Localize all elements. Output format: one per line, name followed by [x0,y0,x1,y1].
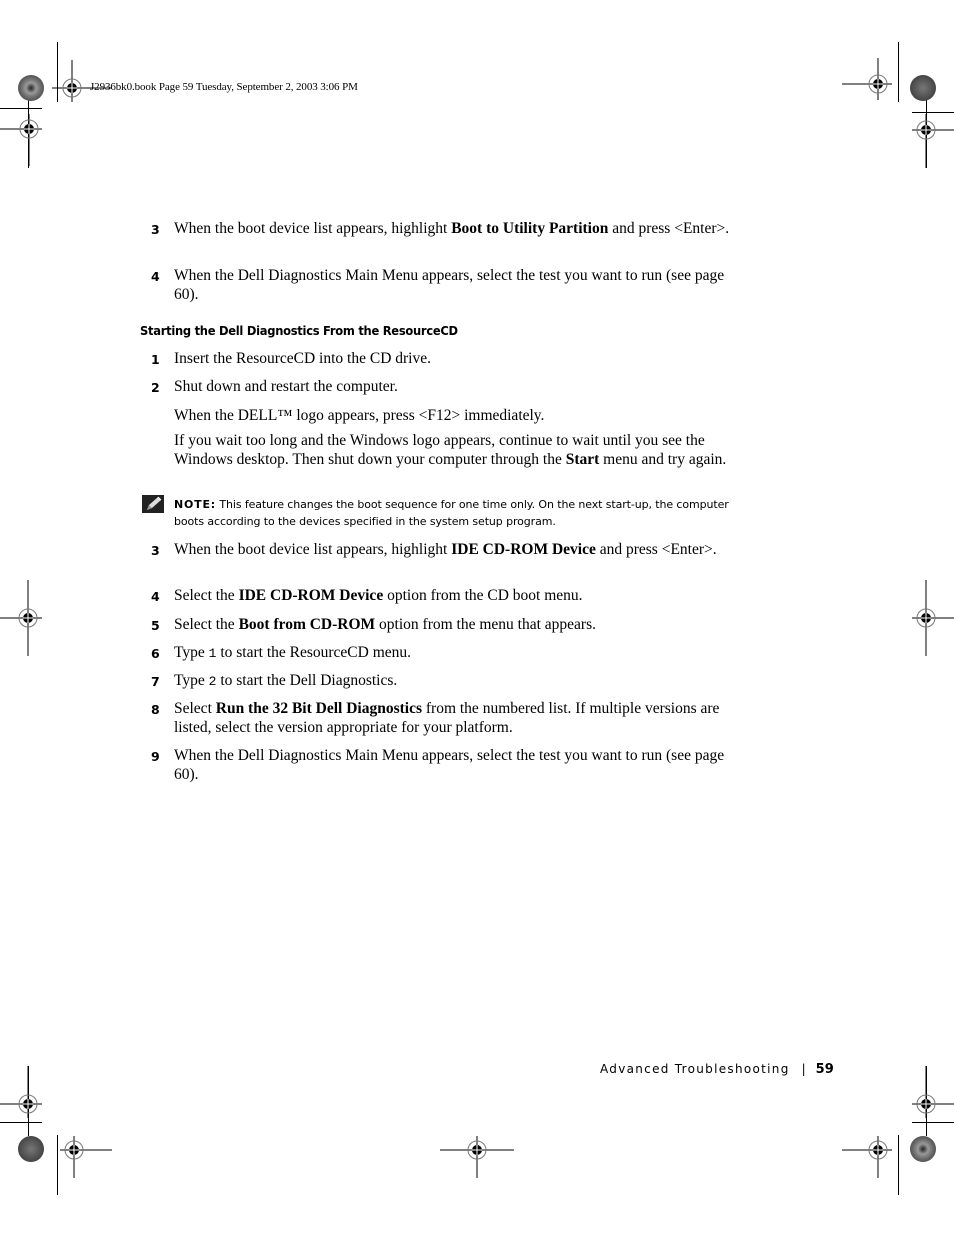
step-item: 3 When the boot device list appears, hig… [151,541,731,560]
chapter-title: Advanced Troubleshooting [600,1062,790,1076]
step-item: 1 Insert the ResourceCD into the CD driv… [151,350,731,369]
step-item: 3 When the boot device list appears, hig… [151,220,731,239]
page-footer: Advanced Troubleshooting | 59 [600,1062,834,1077]
step-number: 3 [151,543,160,558]
note-callout: NOTE: This feature changes the boot sequ… [174,496,734,530]
page-number: 59 [815,1062,834,1077]
step-number: 4 [151,269,160,284]
step-number: 9 [151,749,160,764]
note-text: This feature changes the boot sequence f… [174,498,729,528]
step-text: Shut down and restart the computer. [174,378,398,395]
step-number: 1 [151,352,160,367]
starburst-target-icon [910,1136,936,1162]
registration-mark-icon [0,114,42,166]
step-item: 5 Select the Boot from CD-ROM option fro… [151,616,731,635]
paragraph-wait: If you wait too long and the Windows log… [174,432,727,468]
gray-disc-icon [18,1136,44,1162]
gray-disc-icon [910,75,936,101]
step-item: 2 Shut down and restart the computer. [151,378,731,397]
registration-mark-icon [60,1136,112,1178]
step-text: Select the Boot from CD-ROM option from … [174,616,596,633]
paragraph-dell-logo: When the DELL™ logo appears, press <F12>… [174,407,545,424]
registration-mark-icon [842,1136,892,1178]
registration-mark-icon [440,1136,514,1178]
step-text: Type 1 to start the ResourceCD menu. [174,644,412,661]
step-text: When the Dell Diagnostics Main Menu appe… [174,267,725,303]
step-text: When the boot device list appears, highl… [174,220,730,237]
step-text: Select Run the 32 Bit Dell Diagnostics f… [174,700,720,736]
step-text: Insert the ResourceCD into the CD drive. [174,350,431,367]
step-item: 7 Type 2 to start the Dell Diagnostics. [151,672,731,692]
note-label: NOTE: [174,498,216,511]
step-number: 7 [151,674,160,689]
print-file-info: J2936bk0.book Page 59 Tuesday, September… [90,81,358,93]
step-number: 3 [151,222,160,237]
starburst-target-icon [18,75,44,101]
step-item: 4 Select the IDE CD-ROM Device option fr… [151,587,731,606]
registration-mark-icon [912,114,954,168]
step-number: 6 [151,646,160,661]
pencil-note-icon [142,495,164,513]
step-number: 2 [151,380,160,395]
step-item: 8 Select Run the 32 Bit Dell Diagnostics… [151,700,731,737]
step-item: 9 When the Dell Diagnostics Main Menu ap… [151,747,731,784]
step-text: When the Dell Diagnostics Main Menu appe… [174,747,725,783]
step-item: 6 Type 1 to start the ResourceCD menu. [151,644,731,664]
footer-separator: | [801,1062,806,1076]
crop-line [898,1135,899,1195]
step-number: 4 [151,589,160,604]
step-text: When the boot device list appears, highl… [174,541,717,558]
registration-mark-icon [0,580,42,656]
registration-mark-icon [842,58,892,100]
crop-line [57,1135,58,1195]
section-heading: Starting the Dell Diagnostics From the R… [140,323,458,338]
step-item: 4 When the Dell Diagnostics Main Menu ap… [151,267,731,304]
step-text: Select the IDE CD-ROM Device option from… [174,587,583,604]
step-number: 8 [151,702,160,717]
registration-mark-icon [0,1066,42,1118]
registration-mark-icon [912,1066,954,1118]
registration-mark-icon [912,580,954,656]
step-number: 5 [151,618,160,633]
step-text: Type 2 to start the Dell Diagnostics. [174,672,398,689]
